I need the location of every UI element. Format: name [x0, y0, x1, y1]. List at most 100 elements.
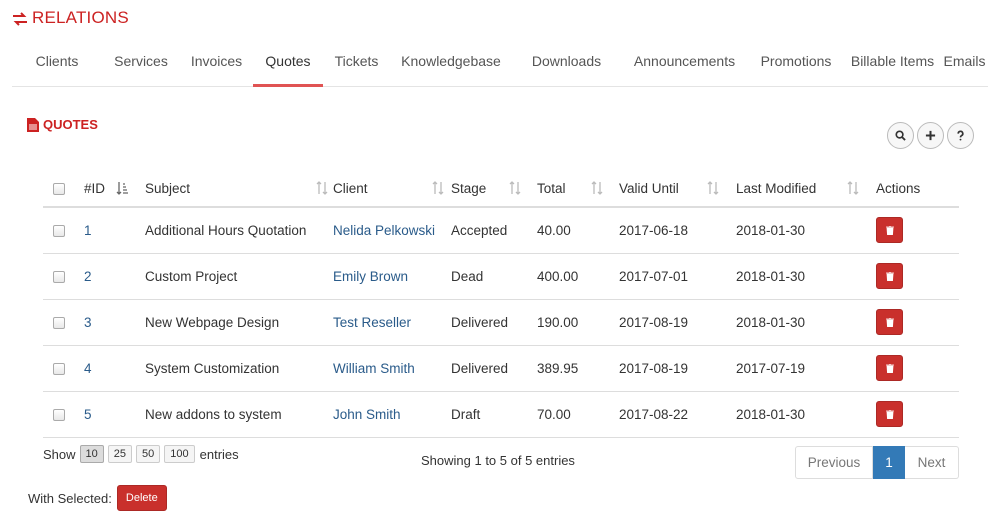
select-all-cell: [43, 170, 84, 208]
col-subject[interactable]: Subject: [145, 170, 333, 208]
add-quote-button[interactable]: [917, 122, 944, 149]
quote-id[interactable]: 4: [84, 345, 145, 392]
tab-invoices[interactable]: Invoices: [180, 36, 253, 86]
quote-id[interactable]: 1: [84, 207, 145, 254]
sort-icon: [432, 181, 444, 195]
col-last-modified[interactable]: Last Modified: [736, 170, 876, 208]
quote-id[interactable]: 2: [84, 253, 145, 300]
row-select-cell: [43, 207, 84, 254]
delete-quote-button[interactable]: [876, 309, 903, 335]
with-selected-label: With Selected:: [28, 490, 112, 506]
tab-downloads[interactable]: Downloads: [512, 36, 621, 86]
sort-icon: [707, 181, 719, 195]
tab-knowledgebase[interactable]: Knowledgebase: [390, 36, 512, 86]
client-link[interactable]: John Smith: [333, 407, 401, 422]
search-icon: [895, 130, 906, 141]
row-select-cell: [43, 391, 84, 438]
table-row: 4 System Customization William Smith Del…: [43, 345, 959, 392]
quote-valid-until: 2017-08-19: [619, 345, 736, 392]
delete-quote-button[interactable]: [876, 355, 903, 381]
quote-total: 70.00: [537, 391, 619, 438]
search-button[interactable]: [887, 122, 914, 149]
tab-clients[interactable]: Clients: [12, 36, 102, 86]
plus-icon: [925, 130, 936, 141]
page-length-control: Show 10 25 50 100 entries: [43, 445, 239, 463]
quote-actions: [876, 391, 959, 438]
tab-promotions[interactable]: Promotions: [748, 36, 844, 86]
bulk-actions: With Selected: Delete: [28, 485, 167, 511]
quote-subject: New Webpage Design: [145, 299, 333, 346]
col-id[interactable]: #ID: [84, 170, 145, 208]
row-checkbox[interactable]: [53, 316, 65, 329]
row-select-cell: [43, 253, 84, 300]
quote-valid-until: 2017-08-19: [619, 299, 736, 346]
table-row: 2 Custom Project Emily Brown Dead 400.00…: [43, 253, 959, 300]
page-length-25[interactable]: 25: [107, 445, 133, 463]
next-page-button[interactable]: Next: [905, 446, 959, 479]
row-checkbox[interactable]: [53, 225, 65, 238]
page-length-100[interactable]: 100: [164, 445, 195, 463]
row-checkbox[interactable]: [53, 270, 65, 283]
entries-label: entries: [199, 446, 239, 462]
table-row: 3 New Webpage Design Test Reseller Deliv…: [43, 299, 959, 346]
quote-last-modified: 2018-01-30: [736, 391, 876, 438]
col-client[interactable]: Client: [333, 170, 451, 208]
row-select-cell: [43, 345, 84, 392]
page-1-button[interactable]: 1: [873, 446, 905, 479]
tab-billable-items[interactable]: Billable Items: [844, 36, 941, 86]
col-valid-until[interactable]: Valid Until: [619, 170, 736, 208]
sort-icon: [509, 181, 521, 195]
quote-subject: Additional Hours Quotation: [145, 207, 333, 254]
tab-quotes[interactable]: Quotes: [253, 36, 323, 87]
tab-announcements[interactable]: Announcements: [621, 36, 748, 86]
table-info: Showing 1 to 5 of 5 entries: [421, 453, 575, 468]
help-icon: [957, 130, 964, 141]
previous-page-button[interactable]: Previous: [795, 446, 873, 479]
exchange-icon: [12, 11, 28, 26]
tab-emails[interactable]: Emails: [941, 36, 988, 86]
quote-id[interactable]: 3: [84, 299, 145, 346]
col-stage[interactable]: Stage: [451, 170, 537, 208]
quote-actions: [876, 253, 959, 300]
quote-client: Nelida Pelkowski: [333, 207, 451, 254]
delete-quote-button[interactable]: [876, 263, 903, 289]
quote-valid-until: 2017-08-22: [619, 391, 736, 438]
quote-last-modified: 2017-07-19: [736, 345, 876, 392]
select-all-checkbox[interactable]: [53, 182, 65, 195]
quote-total: 40.00: [537, 207, 619, 254]
col-total[interactable]: Total: [537, 170, 619, 208]
page-title: RELATIONS: [12, 8, 129, 28]
client-link[interactable]: Test Reseller: [333, 315, 411, 330]
quote-actions: [876, 207, 959, 254]
pagination: Previous 1 Next: [795, 446, 959, 479]
file-icon: [27, 117, 39, 132]
table-row: 5 New addons to system John Smith Draft …: [43, 391, 959, 438]
bulk-delete-button[interactable]: Delete: [116, 485, 167, 511]
delete-quote-button[interactable]: [876, 217, 903, 244]
page-length-10[interactable]: 10: [79, 445, 104, 463]
quote-actions: [876, 299, 959, 346]
quote-stage: Draft: [451, 391, 537, 438]
tab-services[interactable]: Services: [102, 36, 180, 86]
quote-valid-until: 2017-07-01: [619, 253, 736, 300]
client-link[interactable]: William Smith: [333, 361, 415, 376]
page-length-50[interactable]: 50: [136, 445, 161, 463]
client-link[interactable]: Emily Brown: [333, 269, 408, 284]
relations-tabs: Clients Services Invoices Quotes Tickets…: [12, 36, 988, 87]
row-checkbox[interactable]: [53, 362, 65, 375]
client-link[interactable]: Nelida Pelkowski: [333, 223, 435, 238]
quote-last-modified: 2018-01-30: [736, 207, 876, 254]
tab-tickets[interactable]: Tickets: [323, 36, 390, 86]
delete-quote-button[interactable]: [876, 401, 903, 427]
quote-total: 389.95: [537, 345, 619, 392]
quote-actions: [876, 345, 959, 392]
page-title-text: RELATIONS: [32, 8, 129, 27]
quote-valid-until: 2017-06-18: [619, 207, 736, 254]
trash-icon: [885, 317, 894, 327]
sort-asc-icon: [116, 182, 128, 195]
quote-id[interactable]: 5: [84, 391, 145, 438]
table-row: 1 Additional Hours Quotation Nelida Pelk…: [43, 207, 959, 254]
help-button[interactable]: [947, 122, 974, 149]
row-checkbox[interactable]: [53, 408, 65, 421]
sort-icon: [847, 181, 859, 195]
